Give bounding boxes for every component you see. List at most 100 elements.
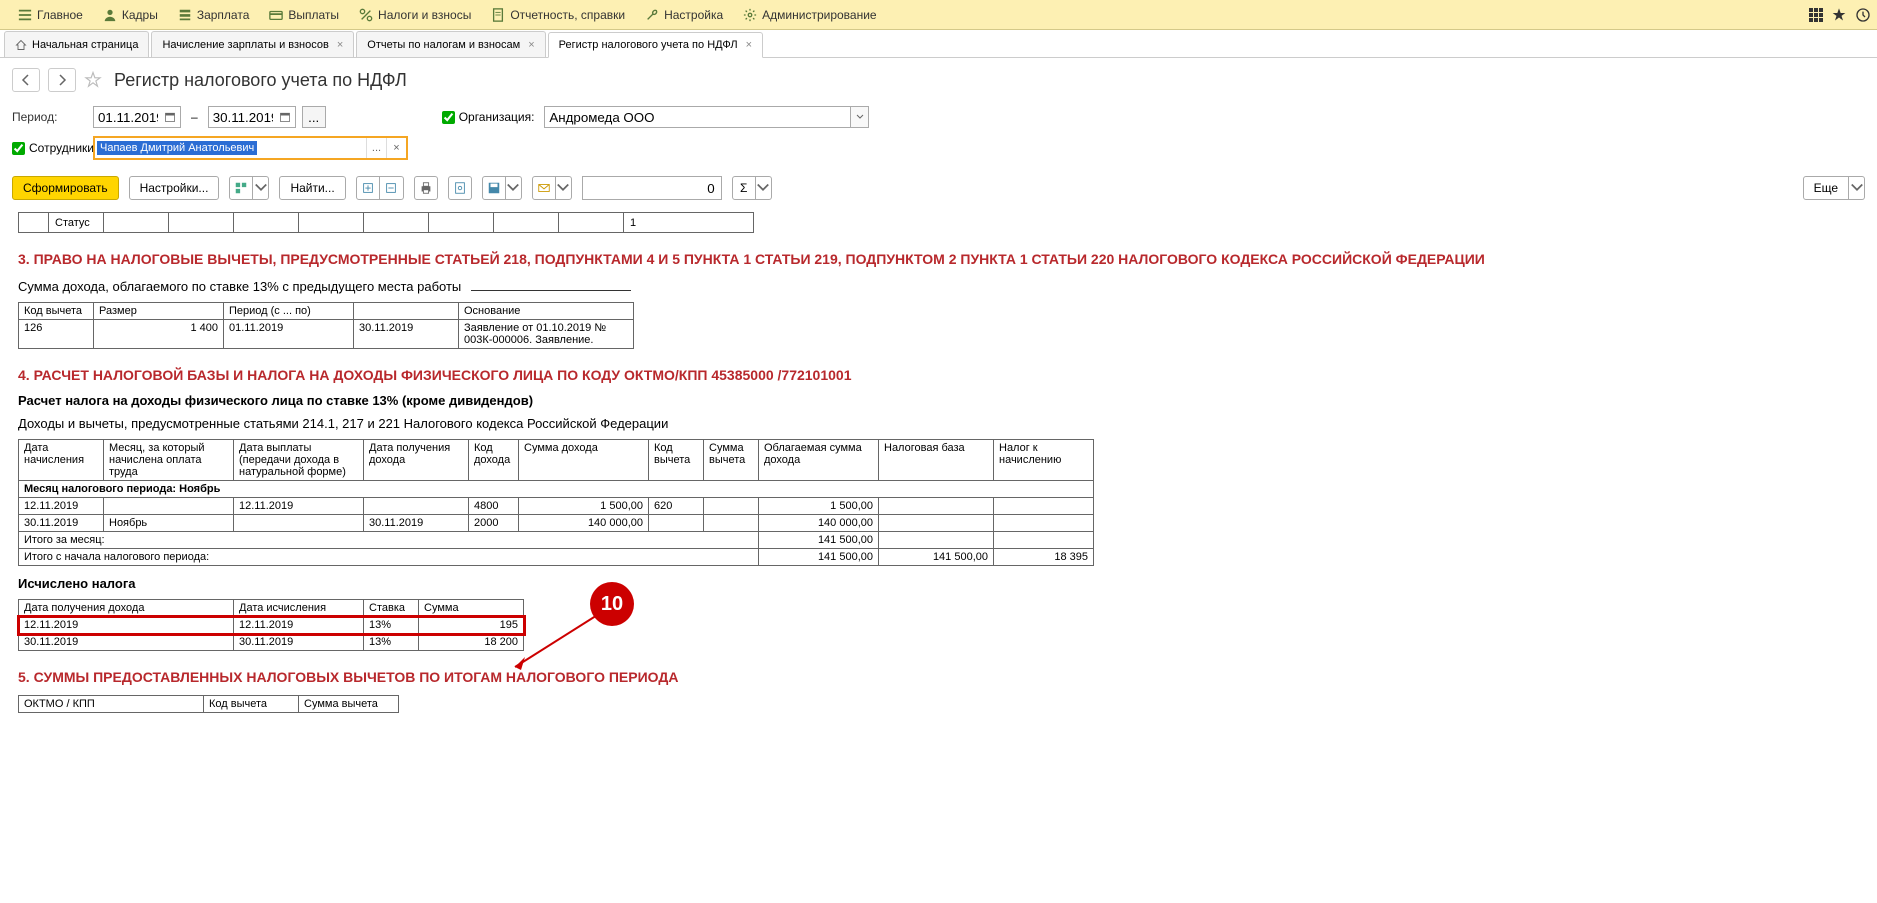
menu-label: Выплаты (288, 8, 339, 22)
sum-drop[interactable] (756, 176, 772, 200)
card-icon (269, 8, 283, 22)
tab-label: Регистр налогового учета по НДФЛ (559, 39, 738, 51)
menu-icon (18, 8, 32, 22)
emp-checkbox[interactable] (12, 142, 25, 155)
expand-button[interactable] (356, 176, 380, 200)
collapse-button[interactable] (380, 176, 404, 200)
menu-admin[interactable]: Администрирование (733, 0, 886, 30)
menu-taxes[interactable]: Налоги и взносы (349, 0, 481, 30)
menu-label: Главное (37, 8, 83, 22)
submit-button[interactable]: Сформировать (12, 176, 119, 200)
status-table: Статус 1 (18, 212, 754, 233)
tab-close[interactable]: × (337, 39, 343, 51)
list-icon (178, 8, 192, 22)
menu-label: Администрирование (762, 8, 876, 22)
menu-reports[interactable]: Отчетность, справки (481, 0, 635, 30)
emp-input[interactable]: Чапаев Дмитрий Анатольевич ... × (93, 136, 408, 160)
apps-icon[interactable] (1809, 8, 1823, 22)
menu-payments[interactable]: Выплаты (259, 0, 349, 30)
emp-select-button[interactable]: ... (366, 138, 386, 158)
toolbar: Сформировать Настройки... Найти... Σ Еще (0, 172, 1877, 208)
table-row: Итого с начала налогового периода: 141 5… (19, 549, 1094, 566)
more-button[interactable]: Еще (1803, 176, 1849, 200)
deductions-table: Код вычета Размер Период (с ... по) Осно… (18, 302, 634, 349)
prev-income-label: Сумма дохода, облагаемого по ставке 13% … (18, 277, 1859, 294)
tabs-bar: Начальная страница Начисление зарплаты и… (0, 30, 1877, 58)
table-row: 12.11.2019 12.11.2019 13% 195 (19, 617, 524, 634)
menu-label: Налоги и взносы (378, 8, 471, 22)
dropdown-icon[interactable] (850, 107, 868, 127)
find-button[interactable]: Найти... (279, 176, 345, 200)
tab-close[interactable]: × (528, 39, 534, 51)
menu-label: Отчетность, справки (510, 8, 625, 22)
menu-label: Кадры (122, 8, 158, 22)
callout-badge: 10 (590, 582, 634, 626)
emp-label: Сотрудники: (29, 141, 97, 155)
wrench-icon (645, 8, 659, 22)
tab-label: Начисление зарплаты и взносов (162, 39, 328, 51)
table-row: 30.11.2019 30.11.2019 13% 18 200 (19, 634, 524, 651)
sum-input[interactable] (582, 176, 722, 200)
status-label: Статус (49, 213, 104, 233)
history-icon[interactable] (1855, 7, 1871, 23)
period-label: Период: (12, 110, 87, 124)
org-input[interactable] (544, 106, 869, 128)
calc-tax-title: Исчислено налога (18, 576, 1859, 591)
period-select-button[interactable]: ... (302, 106, 326, 128)
s5-table: ОКТМО / КПП Код вычета Сумма вычета (18, 695, 399, 713)
print-button[interactable] (414, 176, 438, 200)
tab-close[interactable]: × (746, 39, 752, 51)
status-value: 1 (624, 213, 754, 233)
section-4-title: 4. РАСЧЕТ НАЛОГОВОЙ БАЗЫ И НАЛОГА НА ДОХ… (18, 367, 1859, 383)
star-icon[interactable] (1831, 7, 1847, 23)
percent-icon (359, 8, 373, 22)
sum-button[interactable]: Σ (732, 176, 756, 200)
section-4-sub: Расчет налога на доходы физического лица… (18, 393, 1859, 408)
table-row: 12.11.201912.11.2019 48001 500,00 6201 5… (19, 498, 1094, 515)
page-title: Регистр налогового учета по НДФЛ (114, 70, 407, 91)
menu-main[interactable]: Главное (8, 0, 93, 30)
dash: – (191, 110, 198, 124)
section-3-title: 3. ПРАВО НА НАЛОГОВЫЕ ВЫЧЕТЫ, ПРЕДУСМОТР… (18, 251, 1859, 267)
calendar-icon[interactable] (160, 107, 180, 127)
emp-clear-button[interactable]: × (386, 138, 406, 158)
menu-settings[interactable]: Настройка (635, 0, 733, 30)
section-5-title: 5. СУММЫ ПРЕДОСТАВЛЕННЫХ НАЛОГОВЫХ ВЫЧЕТ… (18, 669, 1859, 685)
top-menu: Главное Кадры Зарплата Выплаты Налоги и … (0, 0, 1877, 30)
tab-label: Начальная страница (32, 39, 138, 51)
menu-label: Зарплата (197, 8, 250, 22)
menu-label: Настройка (664, 8, 723, 22)
favorite-icon[interactable] (84, 71, 102, 89)
person-icon (103, 8, 117, 22)
variants-button[interactable] (229, 176, 253, 200)
save-button[interactable] (482, 176, 506, 200)
doc-icon (491, 8, 505, 22)
preview-button[interactable] (448, 176, 472, 200)
title-row: Регистр налогового учета по НДФЛ (0, 58, 1877, 102)
email-button[interactable] (532, 176, 556, 200)
calendar-icon[interactable] (275, 107, 295, 127)
tab-tax-reports[interactable]: Отчеты по налогам и взносам × (356, 31, 545, 57)
back-button[interactable] (12, 68, 40, 92)
variants-drop[interactable] (253, 176, 269, 200)
tab-payroll[interactable]: Начисление зарплаты и взносов × (151, 31, 354, 57)
menu-salary[interactable]: Зарплата (168, 0, 260, 30)
filters: Период: – ... Организация: Сотрудники: Ч… (0, 102, 1877, 172)
more-drop[interactable] (1849, 176, 1865, 200)
table-row: 30.11.2019Ноябрь30.11.2019 2000140 000,0… (19, 515, 1094, 532)
email-drop[interactable] (556, 176, 572, 200)
table-row: 126 1 400 01.11.2019 30.11.2019 Заявлени… (19, 320, 634, 349)
emp-value: Чапаев Дмитрий Анатольевич (97, 141, 257, 155)
forward-button[interactable] (48, 68, 76, 92)
tab-home[interactable]: Начальная страница (4, 31, 149, 57)
table-row: Итого за месяц: 141 500,00 (19, 532, 1094, 549)
section-4-text: Доходы и вычеты, предусмотренные статьям… (18, 416, 1859, 431)
settings-button[interactable]: Настройки... (129, 176, 220, 200)
home-icon (15, 39, 27, 51)
menu-kadry[interactable]: Кадры (93, 0, 168, 30)
org-checkbox[interactable] (442, 111, 455, 124)
report-area: Статус 1 3. ПРАВО НА НАЛОГОВЫЕ ВЫЧЕТЫ, П… (0, 212, 1877, 733)
save-drop[interactable] (506, 176, 522, 200)
tab-ndfl-register[interactable]: Регистр налогового учета по НДФЛ × (548, 32, 763, 58)
tax-table: Дата начисления Месяц, за который начисл… (18, 439, 1094, 566)
